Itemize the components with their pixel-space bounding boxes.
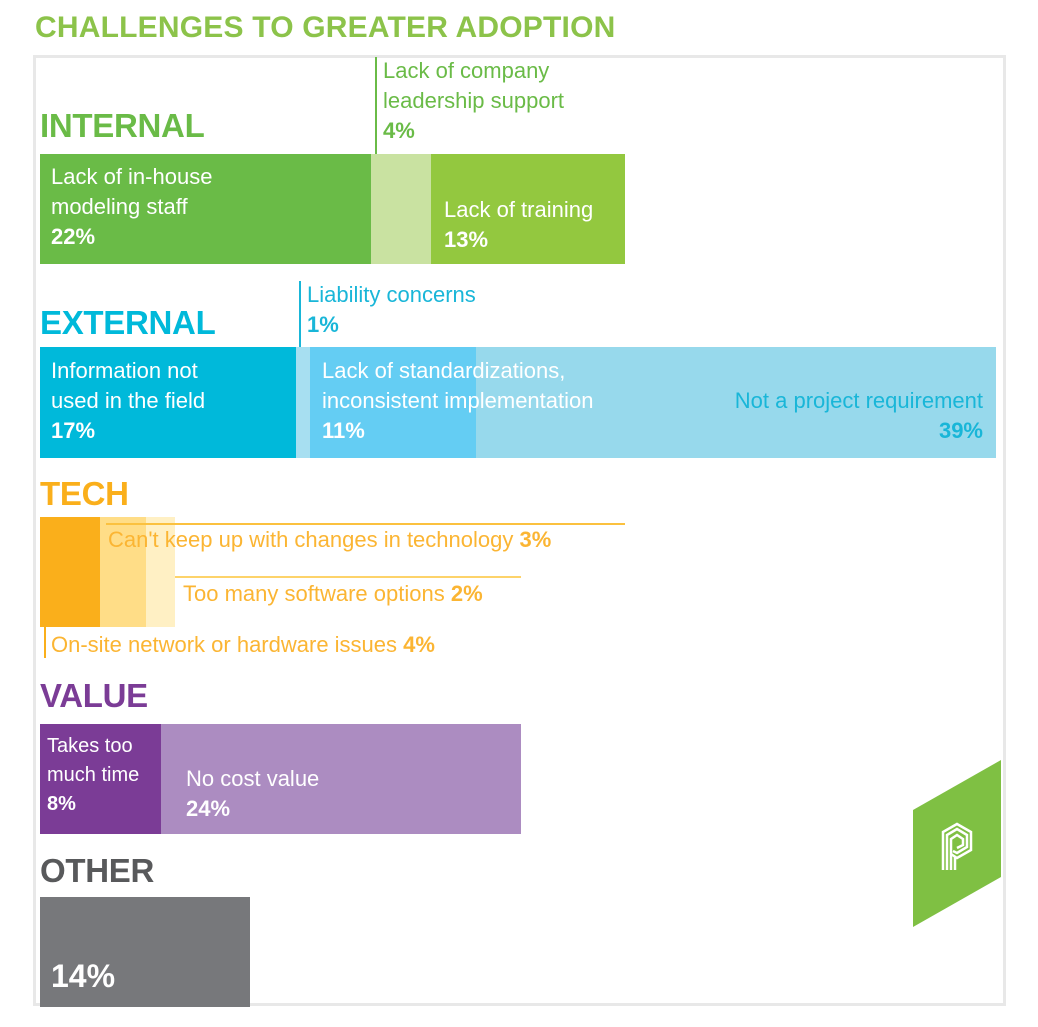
segment-label: Too many software options <box>183 581 445 606</box>
label-external-standardization: Lack of standardizations, inconsistent i… <box>322 356 593 446</box>
category-value: VALUE <box>40 677 148 714</box>
segment-percent: 24% <box>186 796 231 821</box>
segment-label: Information not used in the field <box>51 358 206 413</box>
label-tech-software-options: Too many software options 2% <box>183 579 483 609</box>
segment-percent: 39% <box>938 418 983 443</box>
label-internal-training: Lack of training 13% <box>444 195 593 255</box>
bar-internal-leadership <box>371 154 431 264</box>
category-other: OTHER <box>40 852 155 889</box>
label-other: 14% <box>51 956 115 996</box>
leader-line-hardware <box>44 627 46 658</box>
segment-percent: 8% <box>47 793 76 815</box>
segment-label: Takes too much time <box>47 735 140 786</box>
segment-percent: 4% <box>403 632 435 657</box>
label-value-no-cost-value: No cost value 24% <box>186 764 319 824</box>
segment-percent: 3% <box>519 527 552 552</box>
bar-external-liability <box>296 347 310 458</box>
segment-label: Liability concerns <box>307 282 476 307</box>
label-value-takes-time: Takes too much time 8% <box>47 732 139 819</box>
segment-label: Lack of company leadership support <box>383 58 565 113</box>
category-tech: TECH <box>40 475 129 512</box>
segment-label: On-site network or hardware issues <box>51 632 398 657</box>
segment-label: Lack of in-house modeling staff <box>51 164 213 219</box>
logo-tab-shape <box>913 760 1001 927</box>
segment-label: No cost value <box>186 766 320 791</box>
leader-line-software-options <box>175 576 521 578</box>
bar-tech-hardware <box>40 517 100 627</box>
segment-percent: 17% <box>51 418 96 443</box>
leader-line-liability <box>299 281 301 347</box>
label-external-liability: Liability concerns 1% <box>307 280 476 340</box>
label-external-not-required: Not a project requirement 39% <box>660 386 983 446</box>
label-tech-keep-up: Can't keep up with changes in technology… <box>108 525 551 555</box>
segment-percent: 11% <box>322 418 365 443</box>
label-internal-inhouse-staff: Lack of in-house modeling staff 22% <box>51 162 212 252</box>
label-tech-hardware: On-site network or hardware issues 4% <box>51 630 435 660</box>
category-external: EXTERNAL <box>40 304 216 341</box>
segment-percent: 14% <box>51 958 116 994</box>
segment-label: Not a project requirement <box>734 388 983 413</box>
segment-label: Lack of standardizations, inconsistent i… <box>322 358 594 413</box>
segment-percent: 13% <box>444 227 489 252</box>
segment-percent: 2% <box>450 581 483 606</box>
segment-percent: 22% <box>51 224 96 249</box>
label-internal-leadership: Lack of company leadership support 4% <box>383 56 564 146</box>
segment-percent: 1% <box>307 312 339 337</box>
chart-title: CHALLENGES TO GREATER ADOPTION <box>35 11 616 44</box>
segment-percent: 4% <box>383 118 415 143</box>
segment-label: Lack of training <box>444 197 594 222</box>
label-external-info-not-used: Information not used in the field 17% <box>51 356 205 446</box>
stacked-p-logo-icon <box>913 760 1001 927</box>
leader-line-leadership <box>375 57 377 154</box>
category-internal: INTERNAL <box>40 107 205 144</box>
segment-label: Can't keep up with changes in technology <box>108 527 514 552</box>
